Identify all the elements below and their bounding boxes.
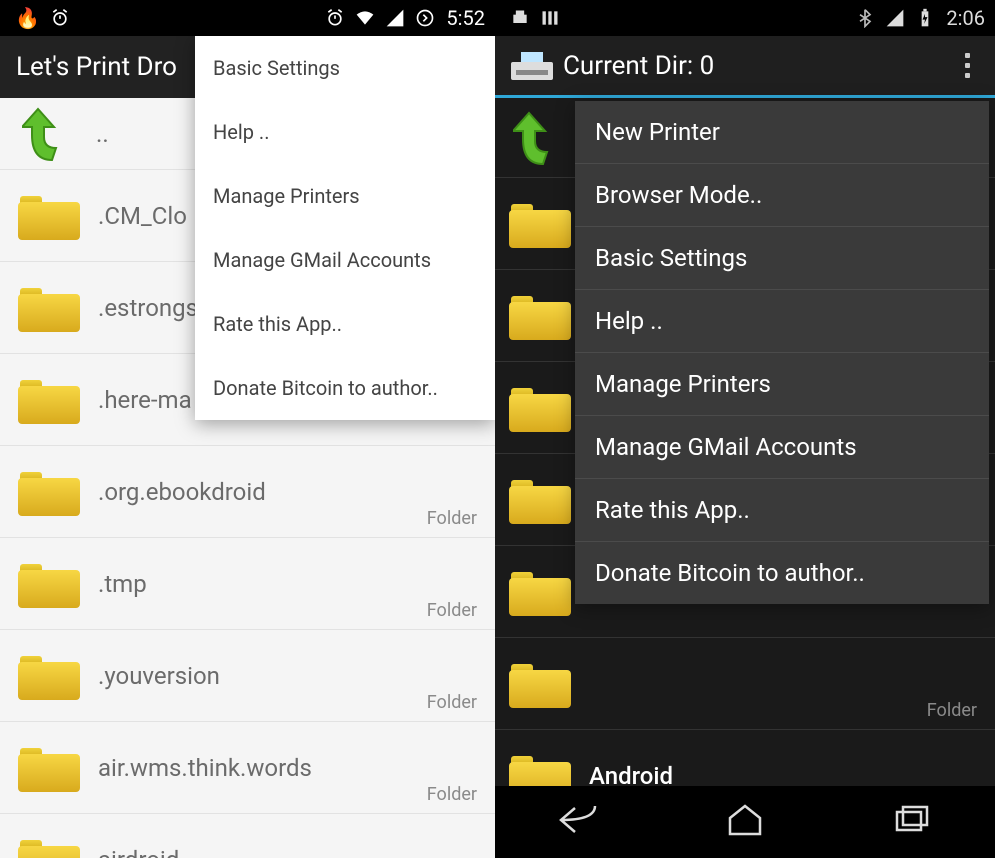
menu-item[interactable]: Help .. (195, 100, 495, 164)
folder-icon (18, 284, 80, 332)
folder-icon (509, 292, 571, 340)
folder-row[interactable]: .org.ebookdroid Folder (0, 446, 495, 538)
grid-icon (540, 8, 560, 28)
circle-icon (415, 8, 435, 28)
menu-item[interactable]: Rate this App.. (195, 292, 495, 356)
folder-name: .CM_Clo (98, 202, 187, 230)
folder-icon (18, 560, 80, 608)
navbar-right (495, 786, 995, 858)
folder-row[interactable]: .tmp Folder (0, 538, 495, 630)
item-kind: Folder (427, 508, 477, 529)
battery-icon (915, 8, 935, 28)
folder-icon (509, 384, 571, 432)
clock-right: 2:06 (946, 6, 985, 30)
folder-icon (18, 836, 80, 858)
folder-icon (18, 652, 80, 700)
up-arrow-icon (513, 109, 563, 167)
statusbar-left: 🔥 5:52 (0, 0, 495, 36)
folder-name: .here-ma (98, 386, 192, 414)
home-button[interactable] (722, 800, 768, 844)
folder-name: .tmp (98, 570, 147, 598)
menu-item[interactable]: Manage GMail Accounts (575, 416, 989, 479)
app-title-right: Current Dir: 0 (563, 51, 955, 81)
back-button[interactable] (555, 800, 601, 844)
options-menu-left: Basic SettingsHelp ..Manage PrintersMana… (195, 36, 495, 420)
item-kind: Folder (427, 784, 477, 805)
folder-icon (509, 568, 571, 616)
folder-icon (509, 476, 571, 524)
folder-row[interactable]: air.wms.think.words Folder (0, 722, 495, 814)
options-menu-right: New PrinterBrowser Mode..Basic SettingsH… (575, 101, 989, 604)
alarm-icon (50, 8, 70, 28)
signal-icon-r (885, 8, 905, 28)
folder-icon (509, 200, 571, 248)
menu-item[interactable]: Basic Settings (195, 36, 495, 100)
menu-item[interactable]: Rate this App.. (575, 479, 989, 542)
printer-icon (511, 52, 553, 80)
menu-item[interactable]: New Printer (575, 101, 989, 164)
up-arrow-icon (22, 105, 72, 163)
appbar-right: Current Dir: 0 (495, 36, 995, 98)
folder-name: .org.ebookdroid (98, 478, 266, 506)
recent-button[interactable] (889, 800, 935, 844)
folder-name: .estrongs (98, 294, 198, 322)
item-kind: Folder (427, 692, 477, 713)
menu-item[interactable]: Basic Settings (575, 227, 989, 290)
wifi-icon (355, 8, 375, 28)
signal-icon (385, 8, 405, 28)
folder-name: air.wms.think.words (98, 754, 312, 782)
menu-item[interactable]: Browser Mode.. (575, 164, 989, 227)
folder-name: .youversion (98, 662, 220, 690)
folder-row[interactable]: .youversion Folder (0, 630, 495, 722)
statusbar-right: 2:06 (495, 0, 995, 36)
menu-item[interactable]: Manage Printers (575, 353, 989, 416)
clock-left: 5:52 (446, 6, 485, 30)
menu-item[interactable]: Donate Bitcoin to author.. (575, 542, 989, 604)
folder-row[interactable]: Folder (495, 638, 995, 730)
alarm-icon-2 (325, 8, 345, 28)
folder-name: airdroid (98, 846, 179, 858)
phone-left: 🔥 5:52 Let's Print Dro .. .CM_Clo.estro (0, 0, 495, 858)
item-kind: Folder (927, 700, 977, 721)
print-icon (510, 8, 530, 28)
menu-item[interactable]: Help .. (575, 290, 989, 353)
menu-item[interactable]: Manage GMail Accounts (195, 228, 495, 292)
folder-icon (509, 660, 571, 708)
menu-item[interactable]: Donate Bitcoin to author.. (195, 356, 495, 420)
folder-icon (18, 744, 80, 792)
item-kind: Folder (427, 600, 477, 621)
folder-icon (18, 192, 80, 240)
flame-icon: 🔥 (15, 6, 40, 30)
menu-item[interactable]: Manage Printers (195, 164, 495, 228)
phone-right: 2:06 Current Dir: 0 FolderAndroidFolderA… (495, 0, 995, 858)
overflow-button[interactable] (955, 53, 979, 78)
folder-icon (18, 376, 80, 424)
folder-row[interactable]: airdroidFolder (0, 814, 495, 858)
up-label: .. (96, 120, 109, 148)
bluetooth-icon (855, 8, 875, 28)
folder-icon (18, 468, 80, 516)
